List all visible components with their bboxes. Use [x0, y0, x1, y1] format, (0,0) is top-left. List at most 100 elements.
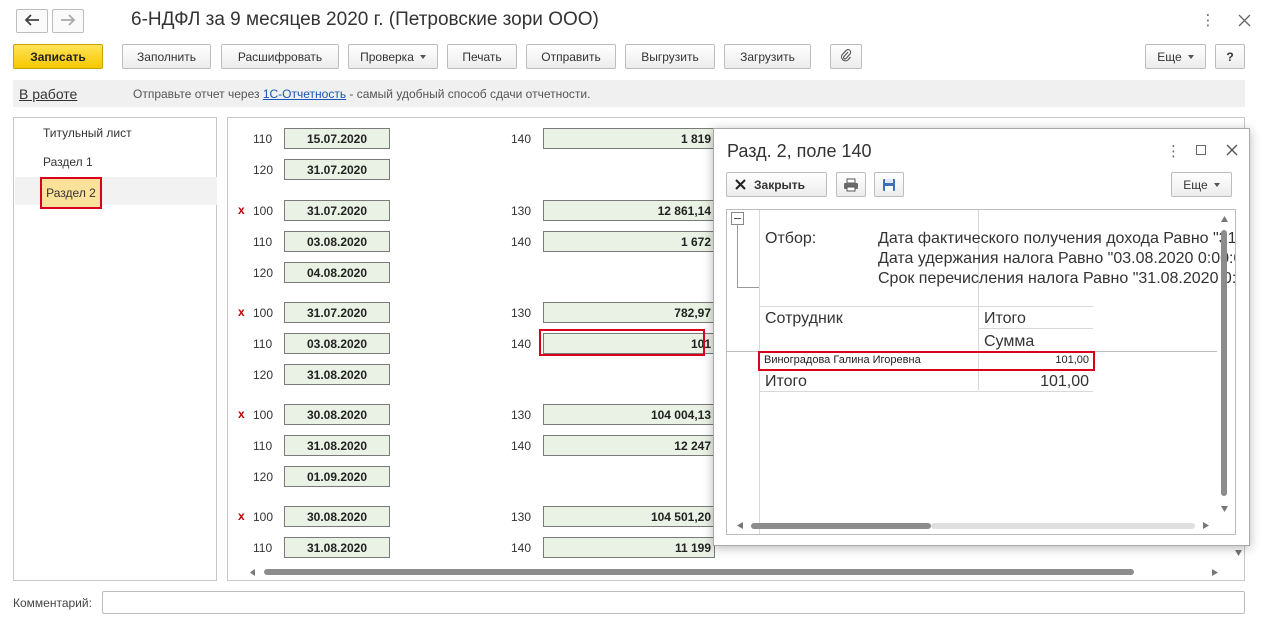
comment-input[interactable] [102, 591, 1245, 614]
line-code: 140 [511, 337, 532, 351]
grid-line-header [759, 306, 1093, 307]
chevron-down-icon [1187, 54, 1194, 59]
line-code: 130 [511, 408, 532, 422]
grid-line-subheader [978, 328, 1093, 329]
section-navigation: Титульный лист Раздел 1 Раздел 2 [13, 117, 217, 581]
send-button[interactable]: Отправить [526, 44, 616, 69]
filter-line-3: Срок перечисления налога Равно "31.08.20… [878, 270, 1236, 287]
more-dropdown-button[interactable]: Еще [1145, 44, 1206, 69]
x-icon [735, 179, 746, 190]
dialog-close-button[interactable]: Закрыть [726, 172, 827, 197]
nav-item-title-page[interactable]: Титульный лист [43, 126, 132, 140]
help-button[interactable]: ? [1215, 44, 1245, 69]
dialog-more-label: Еще [1183, 177, 1208, 192]
status-message-after: - самый удобный способ сдачи отчетности. [346, 87, 591, 101]
report-scroll-down-icon[interactable] [1221, 506, 1228, 512]
dialog-maximize-icon[interactable] [1196, 145, 1206, 155]
status-message-before: Отправьте отчет через [133, 87, 263, 101]
report-scroll-left-icon[interactable] [737, 522, 743, 529]
line-code: 130 [511, 204, 532, 218]
line-code: 130 [511, 510, 532, 524]
amount-field[interactable]: 782,97 [543, 302, 715, 323]
forward-button[interactable] [52, 9, 84, 33]
report-scroll-up-icon[interactable] [1221, 216, 1228, 222]
window-title: 6-НДФЛ за 9 месяцев 2020 г. (Петровские … [131, 9, 599, 30]
date-field[interactable]: 03.08.2020 [284, 333, 390, 354]
employee-sum[interactable]: 101,00 [1017, 354, 1089, 366]
reporting-service-link[interactable]: 1С-Отчетность [263, 87, 346, 101]
amount-field[interactable]: 11 199 [543, 537, 715, 558]
collapse-group-icon[interactable] [731, 212, 744, 225]
employee-name[interactable]: Виноградова Галина Игоревна [764, 354, 921, 366]
nav-item-section-1[interactable]: Раздел 1 [43, 155, 93, 169]
line-code: 140 [511, 235, 532, 249]
field-140-highlight [539, 329, 705, 356]
paperclip-icon [840, 48, 852, 65]
import-button[interactable]: Загрузить [724, 44, 811, 69]
dialog-more-icon[interactable]: ⋮ [1166, 142, 1181, 160]
scroll-down-icon[interactable] [1235, 550, 1242, 556]
column-sum-header: Сумма [984, 333, 1035, 350]
scroll-right-icon[interactable] [1212, 569, 1218, 576]
line-code: 110 [253, 439, 273, 453]
date-field[interactable]: 03.08.2020 [284, 231, 390, 252]
date-field[interactable]: 31.08.2020 [284, 364, 390, 385]
status-link[interactable]: В работе [19, 86, 77, 102]
dialog-more-button[interactable]: Еще [1171, 172, 1232, 197]
dialog-print-button[interactable] [836, 172, 866, 197]
grid-line-total [759, 391, 1093, 392]
row-error-mark: x [238, 407, 245, 421]
printer-icon [844, 178, 858, 191]
date-field[interactable]: 15.07.2020 [284, 128, 390, 149]
horizontal-scroll-thumb[interactable] [264, 569, 1134, 575]
date-field[interactable]: 31.07.2020 [284, 200, 390, 221]
status-message: Отправьте отчет через 1С-Отчетность - са… [133, 87, 590, 101]
report-horizontal-scroll-thumb[interactable] [751, 523, 931, 529]
comment-label: Комментарий: [13, 596, 92, 610]
report-scroll-right-icon[interactable] [1203, 522, 1209, 529]
chevron-down-icon [419, 54, 426, 59]
dialog-close-icon[interactable] [1226, 144, 1238, 159]
total-sum: 101,00 [1040, 373, 1089, 390]
decode-button[interactable]: Расшифровать [221, 44, 339, 69]
close-window-icon[interactable] [1238, 14, 1251, 30]
check-button-label: Проверка [360, 49, 414, 64]
date-field[interactable]: 01.09.2020 [284, 466, 390, 487]
date-field[interactable]: 04.08.2020 [284, 262, 390, 283]
date-field[interactable]: 30.08.2020 [284, 506, 390, 527]
report-horizontal-scroll-track[interactable] [931, 523, 1195, 529]
line-code: 120 [253, 470, 274, 484]
amount-field[interactable]: 12 861,14 [543, 200, 715, 221]
check-dropdown-button[interactable]: Проверка [348, 44, 438, 69]
horizontal-scrollbar[interactable] [250, 568, 1218, 577]
line-code: 130 [511, 306, 532, 320]
amount-field[interactable]: 1 672 [543, 231, 715, 252]
amount-field[interactable]: 12 247 [543, 435, 715, 456]
date-field[interactable]: 31.08.2020 [284, 537, 390, 558]
more-options-icon[interactable]: ⋮ [1199, 12, 1217, 30]
filter-line-1: Дата фактического получения дохода Равно… [878, 230, 1235, 247]
nav-item-section-2[interactable]: Раздел 2 [40, 177, 102, 209]
dialog-save-button[interactable] [874, 172, 904, 197]
date-field[interactable]: 31.07.2020 [284, 159, 390, 180]
amount-field[interactable]: 104 004,13 [543, 404, 715, 425]
back-button[interactable] [16, 9, 48, 33]
export-button[interactable]: Выгрузить [625, 44, 715, 69]
fill-button[interactable]: Заполнить [122, 44, 211, 69]
status-bar: В работе Отправьте отчет через 1С-Отчетн… [13, 80, 1245, 107]
attach-button[interactable] [830, 44, 862, 69]
print-button[interactable]: Печать [447, 44, 517, 69]
field-decode-dialog: Разд. 2, поле 140 ⋮ Закрыть Еще Отбор: Д… [713, 128, 1250, 546]
row-error-mark: x [238, 305, 245, 319]
scroll-left-icon[interactable] [250, 569, 256, 576]
save-button[interactable]: Записать [13, 44, 103, 69]
date-field[interactable]: 31.08.2020 [284, 435, 390, 456]
date-field[interactable]: 31.07.2020 [284, 302, 390, 323]
report-sheet: Отбор: Дата фактического получения доход… [726, 209, 1236, 535]
report-vertical-scroll-thumb[interactable] [1221, 230, 1227, 496]
amount-field[interactable]: 104 501,20 [543, 506, 715, 527]
line-code: 140 [511, 132, 532, 146]
amount-field[interactable]: 1 819 [543, 128, 715, 149]
line-code: 100 [253, 306, 274, 320]
date-field[interactable]: 30.08.2020 [284, 404, 390, 425]
